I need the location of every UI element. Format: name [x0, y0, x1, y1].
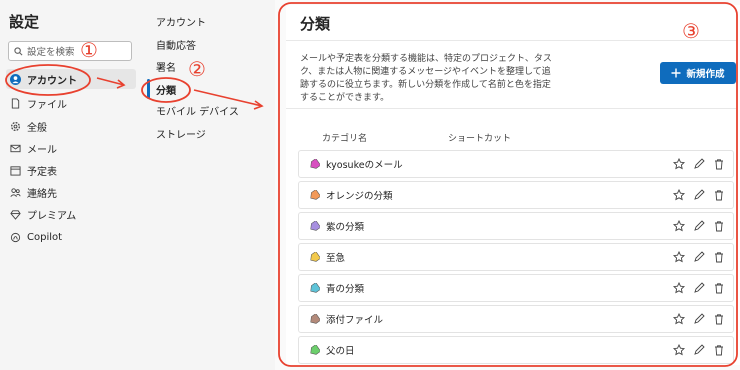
edit-icon[interactable]	[693, 189, 705, 201]
category-name: 至急	[326, 253, 346, 264]
settings-subnav-pane	[143, 0, 275, 370]
category-row[interactable]: 至急	[298, 243, 734, 271]
subnav-categories[interactable]: 分類	[156, 81, 176, 97]
nav-item-label: 連絡先	[27, 188, 57, 200]
row-actions	[672, 151, 725, 177]
settings-title: 設定	[9, 13, 40, 31]
row-actions	[672, 244, 725, 270]
subnav-signature[interactable]: 署名	[156, 58, 176, 74]
edit-icon[interactable]	[693, 158, 705, 170]
category-row[interactable]: 紫の分類	[298, 212, 734, 240]
edit-icon[interactable]	[693, 220, 705, 232]
subnav-storage[interactable]: ストレージ	[156, 125, 206, 141]
subnav-active-indicator	[147, 79, 150, 99]
nav-item-label: 全般	[27, 122, 47, 134]
category-name: kyosukeのメール	[326, 160, 403, 171]
row-actions	[672, 182, 725, 208]
people-icon	[10, 187, 21, 197]
categories-panel: 分類 メールや予定表を分類する機能は、特定のプロジェクト、タスク、または人物に関…	[286, 5, 740, 365]
diamond-icon	[10, 209, 21, 220]
tag-icon	[310, 344, 320, 355]
row-actions	[672, 306, 725, 332]
file-icon	[11, 97, 20, 109]
page-title: 分類	[300, 15, 331, 33]
subnav-account[interactable]: アカウント	[156, 13, 206, 29]
row-actions	[672, 337, 725, 363]
gear-icon	[11, 121, 20, 131]
star-icon[interactable]	[672, 312, 686, 325]
nav-item-mail[interactable]: メール	[6, 138, 136, 158]
nav-item-premium[interactable]: プレミアム	[6, 204, 136, 224]
star-icon[interactable]	[672, 281, 686, 294]
nav-item-label: プレミアム	[27, 210, 77, 222]
search-placeholder: 設定を検索	[27, 47, 75, 58]
subnav-auto-reply[interactable]: 自動応答	[156, 36, 196, 52]
nav-item-copilot[interactable]: Copilot	[6, 227, 136, 247]
nav-item-calendar[interactable]: 予定表	[6, 160, 136, 180]
nav-item-label: ファイル	[27, 99, 67, 111]
delete-icon[interactable]	[713, 251, 725, 263]
nav-item-file[interactable]: ファイル	[6, 93, 136, 113]
nav-item-label: 予定表	[27, 166, 57, 178]
person-icon	[10, 73, 21, 85]
delete-icon[interactable]	[713, 158, 725, 170]
delete-icon[interactable]	[713, 220, 725, 232]
new-button-label: 新規作成	[686, 69, 725, 80]
column-header-name: カテゴリ名	[322, 134, 368, 144]
category-row[interactable]: オレンジの分類	[298, 181, 734, 209]
delete-icon[interactable]	[713, 344, 725, 356]
nav-item-account[interactable]: アカウント	[6, 69, 136, 89]
star-icon[interactable]	[672, 219, 686, 232]
delete-icon[interactable]	[713, 282, 725, 294]
star-icon[interactable]	[672, 157, 686, 170]
category-name: 青の分類	[326, 284, 365, 295]
nav-item-general[interactable]: 全般	[6, 116, 136, 136]
mail-icon	[10, 144, 21, 152]
tag-icon	[310, 189, 320, 200]
settings-search-input[interactable]: 設定を検索	[8, 41, 132, 61]
category-name: オレンジの分類	[326, 191, 393, 202]
search-icon	[14, 46, 23, 55]
nav-item-contacts[interactable]: 連絡先	[6, 182, 136, 202]
tag-icon	[310, 313, 320, 324]
edit-icon[interactable]	[693, 251, 705, 263]
column-header-shortcut: ショートカット	[448, 134, 512, 144]
category-row[interactable]: 青の分類	[298, 274, 734, 302]
tag-icon	[310, 220, 320, 231]
divider	[286, 108, 736, 109]
new-category-button[interactable]: 新規作成	[660, 62, 736, 84]
star-icon[interactable]	[672, 188, 686, 201]
categories-description: メールや予定表を分類する機能は、特定のプロジェクト、タスク、または人物に関連する…	[300, 54, 552, 103]
category-row[interactable]: 添付ファイル	[298, 305, 734, 333]
category-row[interactable]: kyosukeのメール	[298, 150, 734, 178]
delete-icon[interactable]	[713, 313, 725, 325]
edit-icon[interactable]	[693, 282, 705, 294]
edit-icon[interactable]	[693, 344, 705, 356]
tag-icon	[310, 282, 320, 293]
delete-icon[interactable]	[713, 189, 725, 201]
star-icon[interactable]	[672, 250, 686, 263]
nav-item-label: Copilot	[27, 231, 63, 243]
calendar-icon	[10, 165, 21, 176]
row-actions	[672, 213, 725, 239]
tag-icon	[310, 158, 320, 169]
divider	[286, 40, 736, 41]
nav-item-label: アカウント	[27, 75, 77, 87]
subnav-mobile-devices[interactable]: モバイル デバイス	[156, 102, 239, 118]
category-name: 添付ファイル	[326, 315, 384, 326]
category-row[interactable]: 父の日	[298, 336, 734, 364]
star-icon[interactable]	[672, 343, 686, 356]
nav-item-label: メール	[27, 144, 57, 156]
row-actions	[672, 275, 725, 301]
edit-icon[interactable]	[693, 313, 705, 325]
plus-icon	[671, 68, 681, 78]
category-name: 父の日	[326, 346, 355, 357]
copilot-icon	[10, 232, 21, 242]
category-name: 紫の分類	[326, 222, 365, 233]
tag-icon	[310, 251, 320, 262]
